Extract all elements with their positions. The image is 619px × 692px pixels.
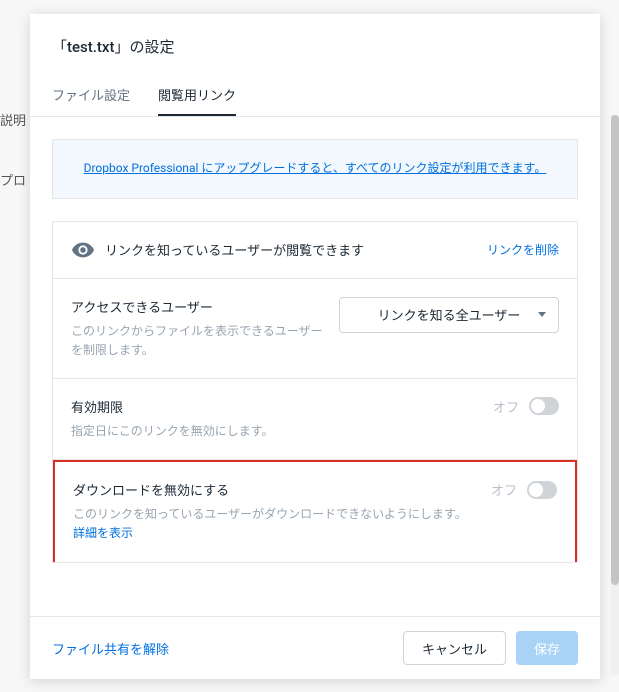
modal-title: 「test.txt」の設定	[52, 36, 578, 57]
section-header: リンクを知っているユーザーが閲覧できます リンクを削除	[53, 222, 577, 279]
cancel-button[interactable]: キャンセル	[403, 631, 506, 665]
unshare-file-link[interactable]: ファイル共有を解除	[52, 639, 393, 658]
expiration-toggle-group: オフ	[493, 397, 559, 416]
section-header-text: リンクを知っているユーザーが閲覧できます	[105, 240, 487, 259]
download-disable-desc: このリンクを知っているユーザーがダウンロードできないようにします。 詳細を表示	[73, 505, 475, 543]
modal-body: Dropbox Professional にアップグレードすると、すべてのリンク…	[30, 117, 600, 616]
expiration-title: 有効期限	[71, 397, 477, 416]
download-disable-desc-text: このリンクを知っているユーザーがダウンロードできないようにします。	[73, 507, 467, 521]
toggle-knob	[531, 399, 545, 413]
expiration-left: 有効期限 指定日にこのリンクを無効にします。	[71, 397, 493, 441]
settings-modal: 「test.txt」の設定 ファイル設定 閲覧用リンク Dropbox Prof…	[30, 14, 600, 679]
download-disable-details-link[interactable]: 詳細を表示	[73, 526, 133, 540]
background-text-2: プロ	[0, 170, 26, 189]
download-disable-toggle[interactable]	[527, 481, 557, 499]
access-left: アクセスできるユーザー このリンクからファイルを表示できるユーザーを制限します。	[71, 297, 339, 360]
expiration-desc: 指定日にこのリンクを無効にします。	[71, 422, 477, 441]
download-disable-title: ダウンロードを無効にする	[73, 480, 475, 499]
save-button[interactable]: 保存	[516, 631, 578, 665]
tabs: ファイル設定 閲覧用リンク	[30, 75, 600, 117]
download-disable-toggle-group: オフ	[491, 480, 557, 499]
modal-footer: ファイル共有を解除 キャンセル 保存	[30, 616, 600, 679]
modal-header: 「test.txt」の設定	[30, 14, 600, 75]
background-text-1: 説明	[0, 110, 26, 129]
remove-link-button[interactable]: リンクを削除	[487, 241, 559, 258]
upgrade-link[interactable]: Dropbox Professional にアップグレードすると、すべてのリンク…	[84, 161, 547, 175]
access-dropdown-text: リンクを知る全ユーザー	[378, 305, 521, 324]
access-desc: このリンクからファイルを表示できるユーザーを制限します。	[71, 322, 323, 360]
access-title: アクセスできるユーザー	[71, 297, 323, 316]
upgrade-banner: Dropbox Professional にアップグレードすると、すべてのリンク…	[52, 139, 578, 199]
chevron-down-icon	[538, 312, 546, 317]
expiration-toggle[interactable]	[529, 397, 559, 415]
access-row: アクセスできるユーザー このリンクからファイルを表示できるユーザーを制限します。…	[53, 279, 577, 379]
expiration-toggle-label: オフ	[493, 397, 519, 416]
link-settings-section: リンクを知っているユーザーが閲覧できます リンクを削除 アクセスできるユーザー …	[52, 221, 578, 563]
expiration-row: 有効期限 指定日にこのリンクを無効にします。 オフ	[53, 379, 577, 460]
scrollbar-thumb[interactable]	[611, 115, 619, 585]
download-disable-left: ダウンロードを無効にする このリンクを知っているユーザーがダウンロードできないよ…	[73, 480, 491, 543]
download-disable-toggle-label: オフ	[491, 480, 517, 499]
download-disable-row: ダウンロードを無効にする このリンクを知っているユーザーがダウンロードできないよ…	[53, 460, 577, 561]
tab-view-link[interactable]: 閲覧用リンク	[158, 75, 236, 116]
toggle-knob	[529, 483, 543, 497]
tab-file-settings[interactable]: ファイル設定	[52, 75, 130, 116]
eye-icon	[71, 238, 95, 262]
access-dropdown[interactable]: リンクを知る全ユーザー	[339, 297, 559, 333]
